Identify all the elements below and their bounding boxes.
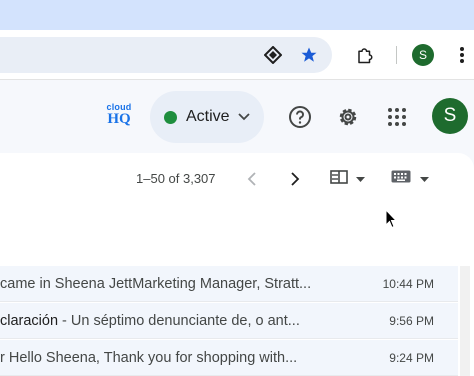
account-avatar[interactable]: S xyxy=(432,98,468,134)
email-row[interactable]: r Hello Sheena, Thank you for shopping w… xyxy=(0,340,458,376)
gmail-header: cloud HQ Active S xyxy=(0,81,474,153)
email-preview: r Hello Sheena, Thank you for shopping w… xyxy=(0,350,298,366)
more-vert-icon[interactable] xyxy=(455,44,469,66)
site-permissions-icon[interactable] xyxy=(262,44,284,66)
split-pane-icon xyxy=(330,169,348,189)
split-pane-caret-icon xyxy=(356,170,365,188)
email-time: 10:44 PM xyxy=(382,277,434,291)
email-time: 9:56 PM xyxy=(389,314,434,328)
email-time: 9:24 PM xyxy=(389,351,434,365)
older-page-button[interactable] xyxy=(240,167,264,191)
email-snippet: claración - Un séptimo denunciante de, o… xyxy=(0,303,362,339)
cloudhq-logo[interactable]: cloud HQ xyxy=(103,103,135,131)
email-preview: came in Sheena JettMarketing Manager, St… xyxy=(0,276,312,292)
email-row[interactable]: came in Sheena JettMarketing Manager, St… xyxy=(0,266,458,302)
list-scrollbar[interactable] xyxy=(460,266,470,376)
status-label: Active xyxy=(186,108,230,125)
keyboard-icon xyxy=(391,170,411,188)
pagination-count: 1–50 of 3,307 xyxy=(136,171,216,186)
status-dot-icon xyxy=(164,110,177,124)
mouse-pointer-icon xyxy=(385,208,398,234)
apps-grid-icon[interactable] xyxy=(379,99,415,135)
email-snippet: r Hello Sheena, Thank you for shopping w… xyxy=(0,340,362,376)
email-row[interactable]: claración - Un séptimo denunciante de, o… xyxy=(0,303,458,339)
email-subject: claración xyxy=(0,313,59,329)
settings-gear-icon[interactable] xyxy=(330,99,366,135)
browser-tabstrip xyxy=(0,0,474,30)
input-tools-toggle[interactable] xyxy=(391,169,433,189)
toolbar-divider xyxy=(396,46,397,64)
help-icon[interactable] xyxy=(282,99,318,135)
email-preview: - Un séptimo denunciante de, o ant... xyxy=(58,313,300,329)
input-tools-caret-icon xyxy=(420,170,429,188)
extensions-icon[interactable] xyxy=(354,44,376,66)
newer-page-button[interactable] xyxy=(283,167,307,191)
chevron-down-icon xyxy=(237,108,250,126)
split-pane-toggle[interactable] xyxy=(330,169,370,189)
status-dropdown[interactable]: Active xyxy=(150,91,264,143)
browser-toolbar: S xyxy=(0,30,474,80)
cloudhq-logo-line2: HQ xyxy=(107,111,131,127)
email-snippet: came in Sheena JettMarketing Manager, St… xyxy=(0,266,362,302)
browser-profile-avatar[interactable]: S xyxy=(412,44,434,66)
bookmark-star-icon[interactable] xyxy=(298,44,320,66)
